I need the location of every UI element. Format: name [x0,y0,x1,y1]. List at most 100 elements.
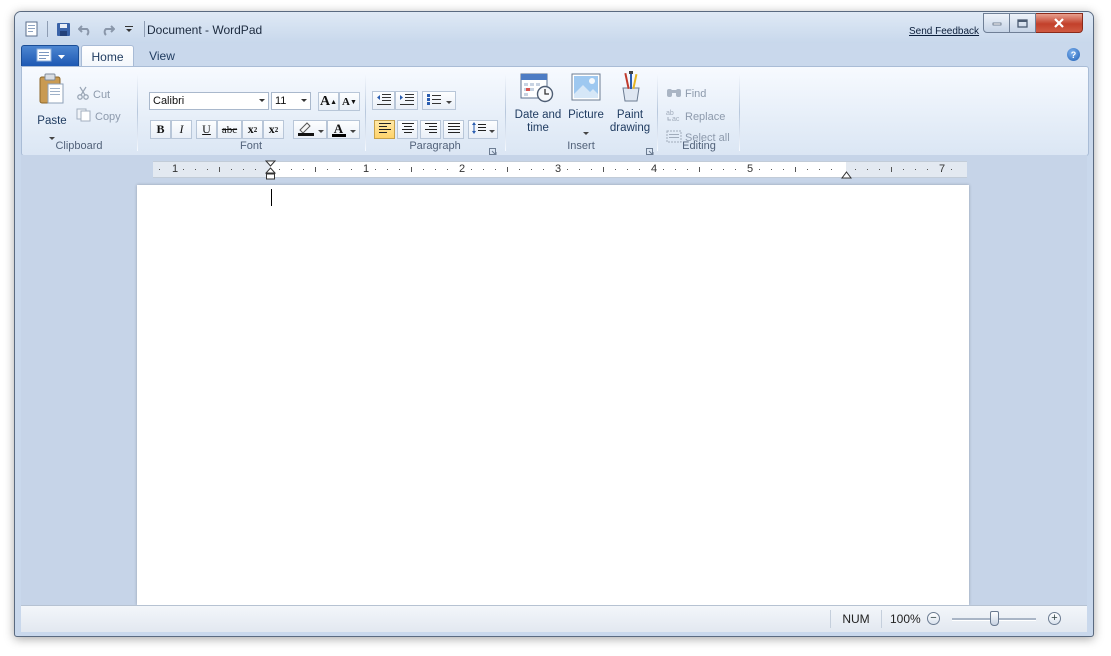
subscript-button[interactable]: x2 [242,120,263,139]
ruler-number: 4 [651,163,658,175]
ruler[interactable]: 1 1 2 3 4 5 7 [153,160,967,180]
bold-button[interactable]: B [150,120,171,139]
ruler-tick [159,169,160,170]
ruler-tick [759,169,760,170]
picture-label: Picture [568,109,604,121]
customize-dropdown-icon[interactable] [120,20,138,38]
svg-text:ac: ac [672,116,680,122]
save-icon[interactable] [54,20,72,38]
tab-home[interactable]: Home [81,45,134,67]
document-page[interactable] [137,185,969,605]
date-and-time-label-2: time [527,122,549,134]
ruler-tick [627,169,628,170]
close-button[interactable] [1036,13,1083,33]
find-label: Find [685,88,707,100]
highlight-color-button[interactable] [293,120,327,139]
ruler-tick [879,169,880,170]
font-color-icon: A [331,122,346,137]
help-icon[interactable]: ? [1067,48,1080,61]
ruler-number: 7 [939,163,946,175]
chevron-down-icon [349,123,356,137]
ruler-tick [483,169,484,170]
paint-drawing-button[interactable]: Paint drawing [608,71,652,139]
font-color-button[interactable]: A [327,120,360,139]
first-line-indent-marker-icon[interactable] [264,160,277,183]
date-and-time-button[interactable]: Date and time [510,71,566,139]
ruler-number: 5 [747,163,754,175]
ruler-tick [735,169,736,170]
document-menu-icon [36,48,54,65]
ruler-tick [255,169,256,170]
clipboard-group-label: Clipboard [55,140,103,152]
italic-button[interactable]: I [171,120,192,139]
ruler-tick [795,167,796,172]
superscript-mark: 2 [274,125,279,134]
minimize-button[interactable] [983,13,1010,33]
font-group-label: Font [239,140,262,152]
ruler-tick [423,169,424,170]
ruler-tick [603,167,604,172]
align-right-icon [424,122,438,137]
zoom-out-button[interactable]: − [927,612,940,625]
text-caret [271,189,272,206]
ruler-tick [375,169,376,170]
ruler-tick [831,169,832,170]
tab-view[interactable]: View [137,45,187,66]
paste-button[interactable]: Paste [36,73,68,140]
window-controls [983,13,1083,33]
decrease-indent-button[interactable] [372,91,395,110]
redo-icon[interactable] [98,20,116,38]
replace-button[interactable]: ab ac Replace [666,108,725,125]
ruler-tick [339,169,340,170]
application-menu-button[interactable] [21,45,79,67]
zoom-slider-thumb[interactable] [990,611,999,626]
ruler-tick [291,169,292,170]
undo-icon[interactable] [76,20,94,38]
align-center-icon [401,122,415,137]
increase-indent-button[interactable] [395,91,418,110]
app-document-icon[interactable] [23,20,41,38]
shrink-font-button[interactable]: A ▼ [339,92,360,111]
picture-button[interactable]: Picture [566,71,606,139]
ruler-tick [303,169,304,170]
send-feedback-link[interactable]: Send Feedback [909,26,979,37]
ruler-tick [567,169,568,170]
chevron-down-icon [446,94,452,108]
window-title: Document - WordPad [147,23,263,37]
copy-button[interactable]: Copy [76,108,121,125]
zoom-in-button[interactable]: + [1048,612,1061,625]
right-indent-marker-icon[interactable] [841,168,852,182]
bullets-button[interactable] [422,91,456,110]
cut-button[interactable]: Cut [76,86,110,103]
clipboard-paste-icon [38,73,66,108]
paint-drawing-label-1: Paint [616,109,644,121]
line-spacing-button[interactable] [468,120,498,139]
align-right-button[interactable] [420,120,441,139]
ruler-tick [855,169,856,170]
ruler-tick [543,169,544,170]
grow-font-button[interactable]: A ▲ [318,92,339,111]
ruler-tick [327,169,328,170]
maximize-button[interactable] [1010,13,1036,33]
ruler-right-margin [846,162,967,177]
chevron-down-icon [57,49,65,63]
font-group: Calibri 11 A ▲ A ▼ B I U abc x2 x2 A Font [138,67,364,155]
superscript-button[interactable]: x2 [263,120,284,139]
chevron-down-icon [301,99,307,102]
align-left-button[interactable] [374,120,395,139]
ruler-tick [279,169,280,170]
justify-icon [447,122,461,137]
strikethrough-button[interactable]: abc [217,120,242,139]
justify-button[interactable] [443,120,464,139]
ruler-tick [399,169,400,170]
font-family-combo[interactable]: Calibri [149,92,269,110]
copy-icon [76,108,92,125]
underline-button[interactable]: U [196,120,217,139]
ruler-tick [219,167,220,172]
find-button[interactable]: Find [666,86,706,102]
ruler-tick [927,169,928,170]
num-lock-indicator: NUM [830,610,882,628]
align-center-button[interactable] [397,120,418,139]
ruler-tick [663,169,664,170]
font-size-combo[interactable]: 11 [271,92,311,110]
